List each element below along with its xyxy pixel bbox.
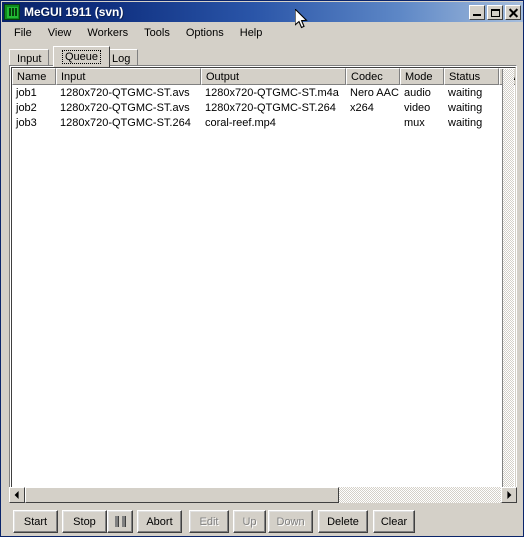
scroll-left-icon[interactable] bbox=[9, 487, 25, 503]
table-row[interactable]: job3 1280x720-QTGMC-ST.264 coral-reef.mp… bbox=[12, 115, 515, 130]
window-title: MeGUI 1911 (svn) bbox=[24, 5, 124, 19]
cell-codec: Nero AAC bbox=[350, 86, 399, 99]
column-header-name[interactable]: Name bbox=[12, 68, 56, 85]
scroll-right-icon[interactable] bbox=[501, 487, 517, 503]
column-header-codec[interactable]: Codec bbox=[346, 68, 400, 85]
edit-button[interactable]: Edit bbox=[189, 510, 229, 533]
client-area: Input Queue Log Name Input Output Codec … bbox=[2, 43, 523, 536]
cell-input: 1280x720-QTGMC-ST.264 bbox=[60, 116, 191, 129]
down-button[interactable]: Down bbox=[268, 510, 313, 533]
menu-item-help[interactable]: Help bbox=[232, 25, 271, 41]
minimize-icon[interactable] bbox=[469, 4, 485, 20]
column-header-status[interactable]: Status bbox=[444, 68, 499, 85]
cell-status: waiting bbox=[448, 116, 483, 129]
tab-queue[interactable]: Queue bbox=[53, 46, 111, 67]
job-queue-listview-inner: Name Input Output Codec Mode Status Ow j… bbox=[11, 67, 516, 501]
tab-log-label: Log bbox=[112, 52, 131, 65]
horizontal-scrollbar[interactable] bbox=[9, 487, 517, 503]
title-bar[interactable]: MeGUI 1911 (svn) bbox=[2, 2, 523, 22]
window-controls bbox=[469, 4, 521, 20]
column-header-input[interactable]: Input bbox=[56, 68, 201, 85]
tab-queue-label: Queue bbox=[62, 49, 102, 64]
cell-mode: mux bbox=[404, 116, 425, 129]
menu-item-file[interactable]: File bbox=[6, 25, 40, 41]
tab-strip: Input Queue Log bbox=[9, 46, 517, 67]
cell-output: 1280x720-QTGMC-ST.264 bbox=[205, 101, 336, 114]
cell-output: 1280x720-QTGMC-ST.m4a bbox=[205, 86, 339, 99]
pause-icon bbox=[114, 516, 126, 527]
close-icon[interactable] bbox=[505, 4, 521, 20]
cell-input: 1280x720-QTGMC-ST.avs bbox=[60, 86, 190, 99]
column-header-mode[interactable]: Mode bbox=[400, 68, 444, 85]
cell-mode: video bbox=[404, 101, 431, 114]
table-row[interactable]: job1 1280x720-QTGMC-ST.avs 1280x720-QTGM… bbox=[12, 85, 515, 100]
clear-button[interactable]: Clear bbox=[373, 510, 415, 533]
vertical-scrollbar[interactable] bbox=[502, 69, 514, 500]
menu-item-workers[interactable]: Workers bbox=[79, 25, 136, 41]
cell-codec: x264 bbox=[350, 101, 374, 114]
stop-button[interactable]: Stop bbox=[62, 510, 107, 533]
abort-button[interactable]: Abort bbox=[137, 510, 182, 533]
menu-item-tools[interactable]: Tools bbox=[136, 25, 178, 41]
queue-toolbar: Start Stop Abort Edit Up Down Delete Cle… bbox=[9, 507, 517, 536]
job-queue-listview[interactable]: Name Input Output Codec Mode Status Ow j… bbox=[9, 65, 517, 502]
menu-item-options[interactable]: Options bbox=[178, 25, 232, 41]
column-header-output[interactable]: Output bbox=[201, 68, 346, 85]
menu-item-view[interactable]: View bbox=[40, 25, 80, 41]
cell-status: waiting bbox=[448, 101, 483, 114]
delete-button[interactable]: Delete bbox=[318, 510, 368, 533]
scrollbar-track[interactable] bbox=[25, 487, 501, 503]
cell-status: waiting bbox=[448, 86, 483, 99]
maximize-icon[interactable] bbox=[487, 4, 503, 20]
scrollbar-thumb[interactable] bbox=[25, 487, 340, 503]
start-button[interactable]: Start bbox=[13, 510, 58, 533]
cell-name: job3 bbox=[16, 116, 37, 129]
cell-name: job1 bbox=[16, 86, 37, 99]
cell-name: job2 bbox=[16, 101, 37, 114]
tab-input-label: Input bbox=[17, 52, 42, 65]
megui-app-icon bbox=[4, 4, 20, 20]
column-header-row: Name Input Output Codec Mode Status Ow bbox=[12, 68, 515, 85]
menu-bar: File View Workers Tools Options Help bbox=[2, 22, 523, 43]
megui-main-window: MeGUI 1911 (svn) File View Workers Tools… bbox=[0, 0, 524, 537]
up-button[interactable]: Up bbox=[233, 510, 266, 533]
cell-mode: audio bbox=[404, 86, 431, 99]
job-rows: job1 1280x720-QTGMC-ST.avs 1280x720-QTGM… bbox=[12, 85, 515, 130]
pause-button[interactable] bbox=[107, 510, 133, 533]
table-row[interactable]: job2 1280x720-QTGMC-ST.avs 1280x720-QTGM… bbox=[12, 100, 515, 115]
cell-output: coral-reef.mp4 bbox=[205, 116, 276, 129]
cell-input: 1280x720-QTGMC-ST.avs bbox=[60, 101, 190, 114]
